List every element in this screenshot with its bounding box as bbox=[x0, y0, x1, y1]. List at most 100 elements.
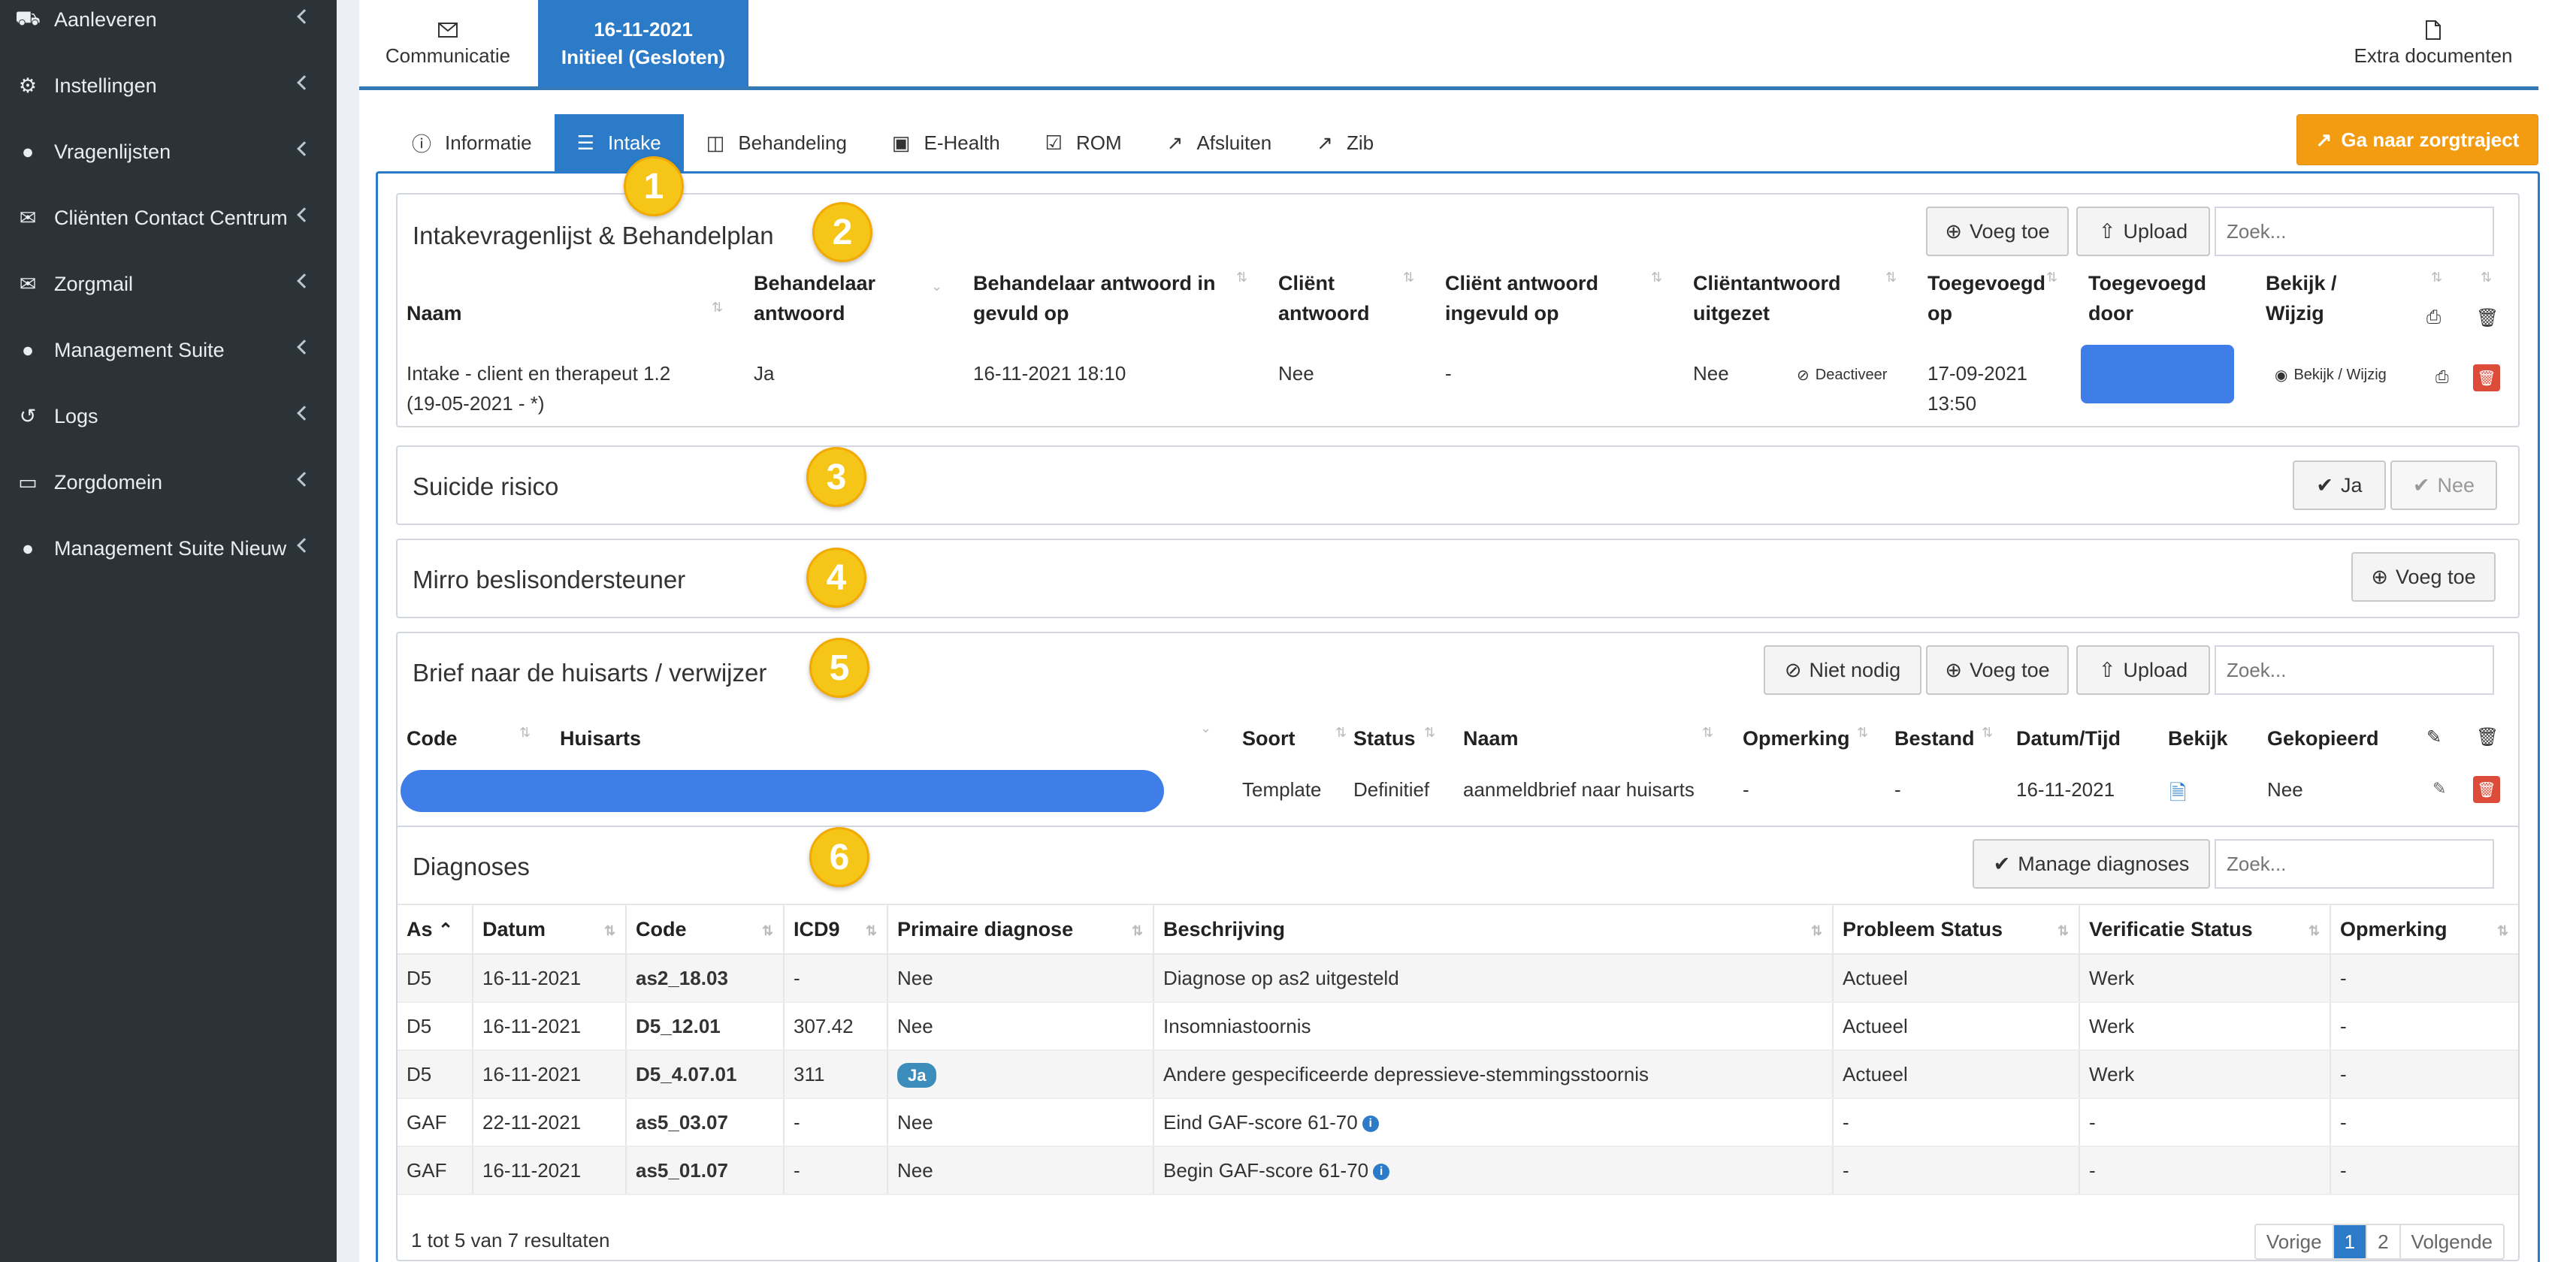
sort-icon[interactable]: ⇅ bbox=[2481, 270, 2493, 286]
chevron-down-icon[interactable]: ⌄ bbox=[931, 279, 943, 295]
print-icon[interactable]: ⎙ bbox=[2435, 367, 2449, 387]
chevron-down-icon[interactable]: ⌄ bbox=[1200, 720, 1212, 737]
pagination-page-1[interactable]: 1 bbox=[2333, 1225, 2368, 1258]
sort-icon[interactable]: ⇅ bbox=[519, 725, 531, 741]
diagnoses-title: Diagnoses bbox=[413, 853, 530, 880]
primair-value: Nee bbox=[897, 1158, 933, 1182]
tab-communicatie[interactable]: Communicatie bbox=[359, 0, 537, 87]
sidebar-item-instellingen[interactable]: ⚙ Instellingen bbox=[0, 53, 337, 119]
tab-initieel[interactable]: 16-11-2021 Initieel (Gesloten) bbox=[538, 0, 748, 87]
pagination-page-2[interactable]: 2 bbox=[2367, 1225, 2401, 1258]
col-icd9[interactable]: ICD9 ⇅ bbox=[784, 904, 888, 955]
sidebar-item-management-suite-nieuw[interactable]: ● Management Suite Nieuw bbox=[0, 515, 337, 581]
as-value: D5 bbox=[407, 1062, 432, 1085]
verificatie-value: Werk bbox=[2089, 1062, 2135, 1085]
upload-button[interactable]: ⇧ Upload bbox=[2076, 645, 2210, 695]
sort-icon[interactable]: ⇅ bbox=[1702, 725, 1714, 741]
sidebar-item-cli-nten-contact-centrum[interactable]: ✉ Cliënten Contact Centrum bbox=[0, 185, 337, 251]
tab-afsluiten[interactable]: ↗ Afsluiten bbox=[1144, 114, 1295, 171]
sort-icon[interactable]: ⇅ bbox=[1857, 725, 1869, 741]
nee-button[interactable]: ✔ Nee bbox=[2390, 460, 2497, 510]
globe-icon: ● bbox=[21, 338, 35, 361]
info-icon[interactable]: i bbox=[1373, 1163, 1390, 1180]
probleem-value: - bbox=[1843, 1158, 1849, 1182]
icd9-value: - bbox=[794, 1110, 800, 1134]
verificatie-value: Werk bbox=[2089, 1014, 2135, 1037]
brief-gekopieerd: Nee bbox=[2267, 778, 2303, 801]
sidebar-item-aanleveren[interactable]: ⛟ Aanleveren bbox=[0, 0, 337, 53]
probleem-value: Actueel bbox=[1843, 1062, 1908, 1085]
col-datum[interactable]: Datum ⇅ bbox=[473, 904, 627, 955]
tab-extra-documenten[interactable]: Extra documenten bbox=[2328, 0, 2538, 87]
upload-button[interactable]: ⇧ Upload bbox=[2076, 207, 2210, 256]
beschrijving-value: Andere gespecificeerde depressieve-stemm… bbox=[1163, 1062, 1649, 1085]
header-line: antwoord bbox=[754, 302, 845, 325]
tab-behandeling[interactable]: ◫ Behandeling bbox=[684, 114, 869, 171]
file-text-icon[interactable]: 🗎 bbox=[2169, 777, 2187, 814]
sort-icon[interactable]: ⇅ bbox=[2046, 270, 2058, 286]
search-input[interactable] bbox=[2215, 645, 2494, 695]
tab-zib[interactable]: ↗ Zib bbox=[1294, 114, 1396, 171]
col-opmerking[interactable]: Opmerking ⇅ bbox=[2330, 904, 2518, 955]
tab-rom[interactable]: ☑ ROM bbox=[1023, 114, 1144, 171]
brief-bestand: - bbox=[1894, 778, 1901, 801]
tab-informatie[interactable]: ⓘ Informatie bbox=[389, 114, 555, 171]
tab-e-health[interactable]: ▣ E-Health bbox=[869, 114, 1023, 171]
pagination-next[interactable]: Volgende bbox=[2401, 1225, 2503, 1258]
marker-2: 2 bbox=[812, 202, 872, 262]
sort-icon[interactable]: ⇅ bbox=[1424, 725, 1436, 741]
sidebar-item-management-suite[interactable]: ● Management Suite bbox=[0, 317, 337, 383]
eye-icon: ◉ bbox=[2275, 367, 2288, 384]
add-button[interactable]: ⊕ Voeg toe bbox=[2351, 552, 2496, 602]
table-row: GAF 16-11-2021 as5_01.07 - Nee Begin GAF-scor… bbox=[398, 1146, 2518, 1195]
cell-verificatie: - bbox=[2079, 1098, 2331, 1147]
sort-icon[interactable]: ⇅ bbox=[712, 300, 724, 316]
cell-datum: 16-11-2021 bbox=[473, 1050, 627, 1099]
delete-button[interactable]: 🗑 bbox=[2473, 776, 2500, 803]
manage-diagnoses-button[interactable]: ✔ Manage diagnoses bbox=[1973, 839, 2210, 889]
intake-content-frame: Intakevragenlijst & Behandelplan 2 ⊕ Voeg… bbox=[376, 171, 2540, 1262]
sidebar-item-logs[interactable]: ↺ Logs bbox=[0, 383, 337, 449]
bekijk-wijzig-button[interactable]: ◉ Bekijk / Wijzig bbox=[2275, 366, 2387, 385]
chevron-left-icon bbox=[297, 207, 312, 222]
button-label: Voeg toe bbox=[1970, 658, 2050, 681]
deactiveer-button[interactable]: ⊘ Deactiveer bbox=[1797, 366, 1887, 385]
search-input[interactable] bbox=[2215, 839, 2494, 889]
niet-nodig-button[interactable]: ⊘ Niet nodig bbox=[1764, 645, 1921, 695]
sort-icon[interactable]: ⇅ bbox=[1982, 725, 1994, 741]
sidebar-item-vragenlijsten[interactable]: ● Vragenlijsten bbox=[0, 119, 337, 185]
table-header-row: As ⌃ Datum ⇅ Code ⇅ ICD9 ⇅ Primaire diagnos… bbox=[398, 904, 2518, 955]
info-icon[interactable]: i bbox=[1362, 1115, 1379, 1132]
as-value: GAF bbox=[407, 1158, 447, 1182]
sort-icon[interactable]: ⇅ bbox=[1651, 270, 1663, 286]
col-verificatie-status[interactable]: Verificatie Status ⇅ bbox=[2079, 904, 2331, 955]
search-input[interactable] bbox=[2215, 207, 2494, 256]
cell-verificatie: - bbox=[2079, 1146, 2331, 1195]
ga-naar-zorgtraject-button[interactable]: ↗ Ga naar zorgtraject bbox=[2296, 114, 2538, 165]
as-value: D5 bbox=[407, 966, 432, 989]
col-as[interactable]: As ⌃ bbox=[398, 904, 473, 955]
col-bekijk-wijzig: Bekijk / Wijzig bbox=[2266, 268, 2337, 328]
header-label: As bbox=[407, 917, 433, 940]
sort-icon[interactable]: ⇅ bbox=[1236, 270, 1248, 286]
header-line: Cliënt bbox=[1278, 272, 1335, 294]
delete-button[interactable]: 🗑 bbox=[2473, 364, 2500, 391]
col-code[interactable]: Code ⇅ bbox=[626, 904, 785, 955]
tab-status: Initieel (Gesloten) bbox=[561, 46, 726, 68]
sidebar-item-zorgdomein[interactable]: ▭ Zorgdomein bbox=[0, 449, 337, 515]
mirro-box: Mirro beslisondersteuner 4 ⊕ Voeg toe bbox=[396, 539, 2520, 618]
sort-icon[interactable]: ⇅ bbox=[1885, 270, 1897, 286]
pagination-prev[interactable]: Vorige bbox=[2256, 1225, 2334, 1258]
col-beschrijving[interactable]: Beschrijving ⇅ bbox=[1153, 904, 1834, 955]
ja-button[interactable]: ✔ Ja bbox=[2293, 460, 2386, 510]
sort-icon[interactable]: ⇅ bbox=[1403, 270, 1415, 286]
add-button[interactable]: ⊕ Voeg toe bbox=[1926, 645, 2069, 695]
col-probleem-status[interactable]: Probleem Status ⇅ bbox=[1833, 904, 2080, 955]
sort-icon[interactable]: ⇅ bbox=[1335, 725, 1347, 741]
sort-icon[interactable]: ⇅ bbox=[2431, 270, 2443, 286]
sidebar-item-zorgmail[interactable]: ✉ Zorgmail bbox=[0, 251, 337, 317]
pencil-icon[interactable]: ✎ bbox=[2432, 779, 2446, 799]
add-button[interactable]: ⊕ Voeg toe bbox=[1926, 207, 2069, 256]
col-soort: Soort bbox=[1242, 727, 1296, 750]
col-primaire-diagnose[interactable]: Primaire diagnose ⇅ bbox=[887, 904, 1154, 955]
